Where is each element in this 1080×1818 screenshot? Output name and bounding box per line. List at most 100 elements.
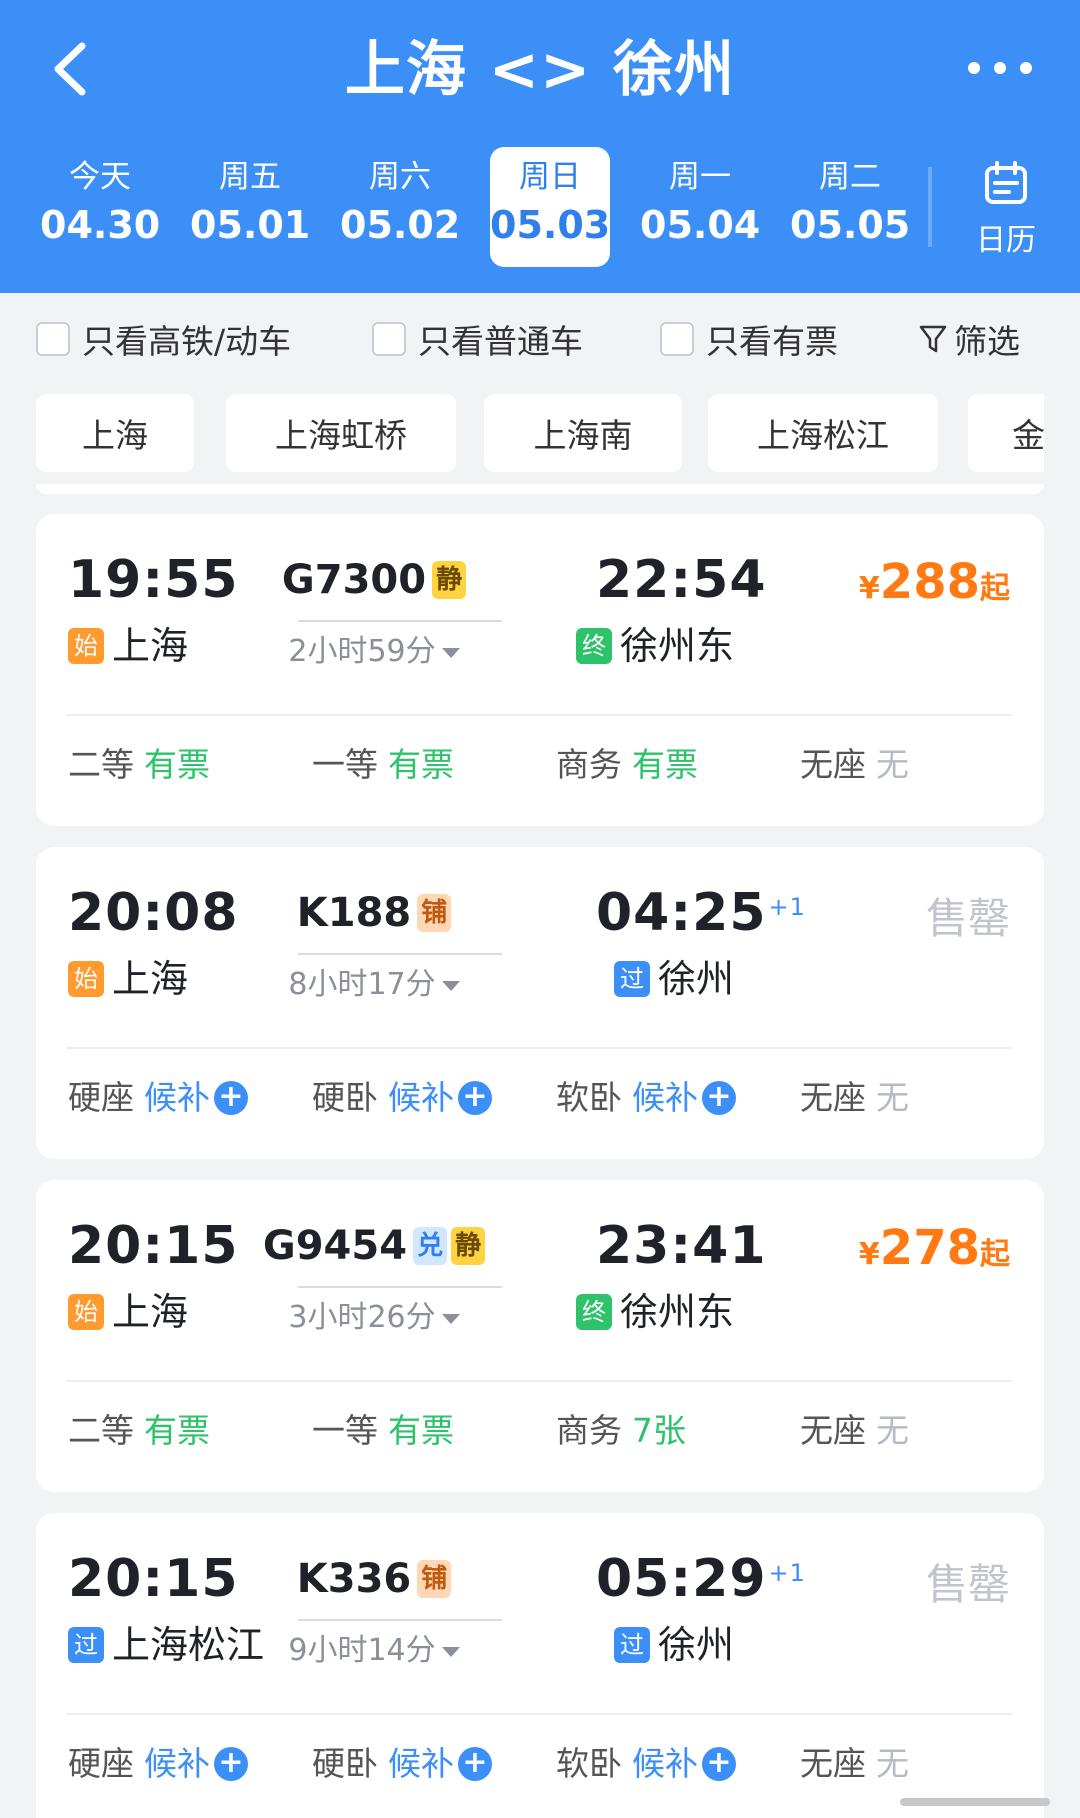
caret-down-icon — [441, 1646, 460, 1657]
arrival-station-name: 徐州东 — [620, 1290, 735, 1334]
duration-toggle[interactable]: 9小时14分 — [262, 1631, 486, 1671]
filter-label: 筛选 — [954, 322, 1020, 361]
arrival-station-name: 徐州 — [658, 957, 735, 1001]
seat-status: 无 — [876, 1411, 909, 1450]
duration-toggle[interactable]: 8小时17分 — [262, 965, 486, 1005]
waitlist-plus-icon[interactable]: + — [458, 1747, 492, 1781]
waitlist-plus-icon[interactable]: + — [702, 1081, 736, 1115]
next-day-marker: +1 — [768, 1559, 806, 1587]
seat-business[interactable]: 商务 7张 — [556, 1406, 686, 1456]
date-value: 04.30 — [40, 203, 161, 247]
route-line — [298, 1619, 502, 1621]
duration-toggle[interactable]: 3小时26分 — [262, 1298, 486, 1338]
seat-soft-sleeper[interactable]: 软卧 候补 + — [556, 1073, 736, 1123]
sold-out-label: 售罄 — [925, 1560, 1010, 1609]
seat-hard-sleeper[interactable]: 硬卧 候补 + — [312, 1073, 492, 1123]
waitlist-plus-icon[interactable]: + — [214, 1747, 248, 1781]
seat-standing[interactable]: 无座无 — [800, 1739, 909, 1789]
date-weekday: 周一 — [669, 159, 731, 195]
train-card[interactable]: 20:15 始 上海 G9454 兑 静 3小时26分 23:41 终 徐州东 … — [36, 1180, 1044, 1492]
seat-first-class[interactable]: 一等 有票 — [312, 1406, 454, 1456]
arrival-station: 过 徐州 — [614, 955, 734, 1003]
seat-row: 二等 有票 一等 有票 商务 7张 无座无 — [68, 1406, 1028, 1462]
seat-soft-sleeper[interactable]: 软卧 候补 + — [556, 1739, 736, 1789]
seat-hard-sleeper[interactable]: 硬卧 候补 + — [312, 1739, 492, 1789]
calendar-label: 日历 — [976, 223, 1036, 258]
pass-tag: 过 — [614, 961, 650, 997]
caret-down-icon — [441, 1313, 460, 1324]
end-tag: 终 — [576, 1294, 612, 1330]
price-suffix: 起 — [980, 1237, 1010, 1272]
calendar-icon — [985, 161, 1027, 204]
seat-status: 无 — [876, 745, 909, 784]
station-tab[interactable]: 上海虹桥 — [226, 394, 456, 472]
seat-status: 候补 — [632, 1078, 698, 1117]
seat-standing[interactable]: 无座无 — [800, 740, 909, 790]
train-number: K188 铺 — [262, 887, 486, 939]
more-button[interactable] — [960, 50, 1040, 86]
train-card[interactable]: 20:15 过 上海松江 K336 铺 9小时14分 05:29+1 过 徐州 … — [36, 1513, 1044, 1818]
exchange-badge: 兑 — [413, 1227, 448, 1265]
seat-business[interactable]: 商务 有票 — [556, 740, 698, 790]
top-bar: 上海 <> 徐州 今天 04.30 周五 05.01 周六 05.02 周日 0… — [0, 0, 1080, 293]
departure-station: 始 上海 — [68, 1288, 188, 1336]
duration-text: 2小时59分 — [288, 634, 436, 669]
seat-status: 候补 — [388, 1078, 454, 1117]
station-tab[interactable]: 上海 — [36, 394, 194, 472]
start-tag: 始 — [68, 1294, 104, 1330]
seat-standing[interactable]: 无座无 — [800, 1406, 909, 1456]
home-indicator — [900, 1798, 1050, 1806]
departure-station-name: 上海松江 — [112, 1623, 265, 1667]
available-only-checkbox[interactable]: 只看有票 — [660, 319, 838, 361]
sold-out-label: 售罄 — [925, 894, 1010, 943]
train-number: G9454 兑 静 — [262, 1220, 486, 1272]
departure-station-name: 上海 — [112, 957, 189, 1001]
station-tab[interactable]: 上海松江 — [708, 394, 938, 472]
seat-name: 硬座 — [68, 1744, 134, 1783]
waitlist-plus-icon[interactable]: + — [214, 1081, 248, 1115]
date-tab-selected[interactable]: 周日 05.03 — [490, 147, 610, 267]
arrival-time: 22:54 — [596, 548, 767, 612]
pass-tag: 过 — [614, 1627, 650, 1663]
station-tab[interactable]: 金 — [968, 394, 1044, 472]
caret-down-icon — [441, 980, 460, 991]
duration-toggle[interactable]: 2小时59分 — [262, 632, 486, 672]
date-tab[interactable]: 周一 05.04 — [640, 147, 760, 267]
waitlist-plus-icon[interactable]: + — [702, 1747, 736, 1781]
seat-hard-seat[interactable]: 硬座 候补 + — [68, 1739, 248, 1789]
station-tab[interactable]: 上海南 — [484, 394, 682, 472]
price: ¥278起 — [859, 1218, 1010, 1285]
filter-button[interactable]: 筛选 — [918, 319, 1020, 361]
caret-down-icon — [441, 647, 460, 658]
waitlist-plus-icon[interactable]: + — [458, 1081, 492, 1115]
seat-standing[interactable]: 无座无 — [800, 1073, 909, 1123]
date-tab[interactable]: 周五 05.01 — [190, 147, 310, 267]
quiet-car-badge: 静 — [451, 1227, 486, 1265]
more-dots-icon — [968, 62, 1032, 74]
price-suffix: 起 — [980, 571, 1010, 606]
date-tab[interactable]: 今天 04.30 — [40, 147, 160, 267]
seat-name: 硬卧 — [312, 1078, 378, 1117]
arrival-time: 23:41 — [596, 1214, 767, 1278]
calendar-button[interactable]: 日历 — [960, 159, 1052, 259]
seat-second-class[interactable]: 二等 有票 — [68, 1406, 210, 1456]
seat-hard-seat[interactable]: 硬座 候补 + — [68, 1073, 248, 1123]
date-tab[interactable]: 周二 05.05 — [790, 147, 910, 267]
seat-name: 商务 — [556, 745, 622, 784]
departure-time: 20:15 — [68, 1216, 239, 1276]
train-number-text: G9454 — [262, 1223, 408, 1269]
train-card[interactable]: 19:55 始 上海 G7300 静 2小时59分 22:54 终 徐州东 ¥2… — [36, 514, 1044, 826]
date-weekday: 今天 — [69, 159, 131, 195]
seat-second-class[interactable]: 二等 有票 — [68, 740, 210, 790]
departure-station: 始 上海 — [68, 955, 188, 1003]
high-speed-only-checkbox[interactable]: 只看高铁/动车 — [36, 319, 291, 361]
departure-station-name: 上海 — [112, 1290, 189, 1334]
date-tab[interactable]: 周六 05.02 — [340, 147, 460, 267]
date-weekday: 周六 — [369, 159, 431, 195]
train-card[interactable]: 20:08 始 上海 K188 铺 8小时17分 04:25+1 过 徐州 售罄… — [36, 847, 1044, 1159]
price-currency: ¥ — [858, 1237, 880, 1272]
normal-train-only-checkbox[interactable]: 只看普通车 — [372, 319, 583, 361]
price-value: 278 — [879, 1220, 980, 1276]
seat-first-class[interactable]: 一等 有票 — [312, 740, 454, 790]
duration-text: 3小时26分 — [288, 1300, 436, 1335]
